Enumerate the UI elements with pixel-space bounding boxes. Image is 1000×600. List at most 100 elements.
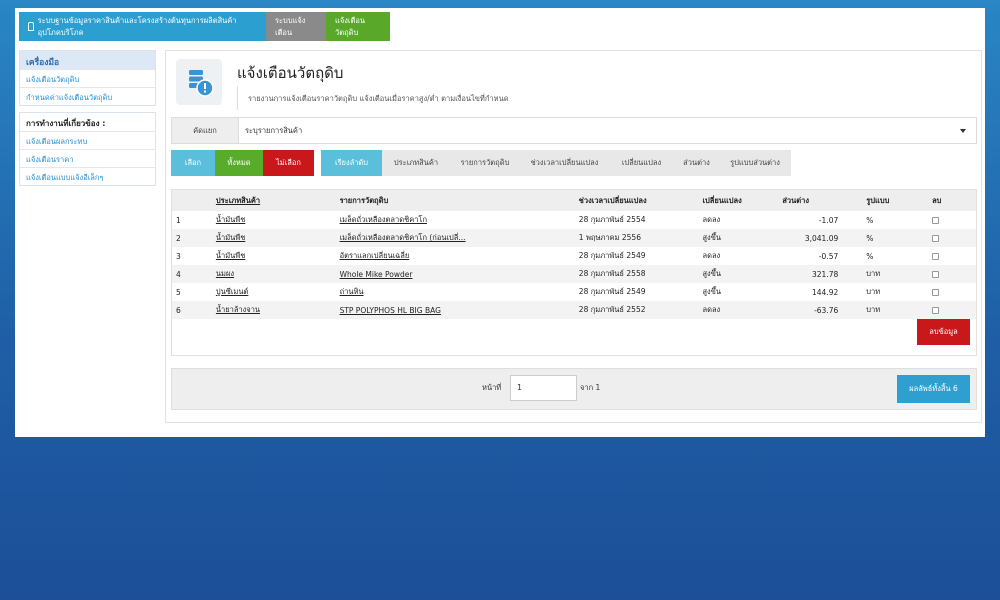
row-period: 28 กุมภาพันธ์ 2549 [578,287,646,296]
row-material-link[interactable]: เมล็ดถั่วเหลืองตลาดชิคาโก [336,211,575,229]
col-format: รูปแบบ [862,190,929,211]
table-row: 5 ปูนซีเมนต์ ถ่านหิน 28 กุมภาพันธ์ 2549 … [172,283,976,301]
sidebar-related-title: การทำงานที่เกี่ยวข้อง : [20,113,155,131]
row-delete-checkbox[interactable] [932,307,940,314]
sidebar: เครื่องมือ แจ้งเตือนวัตถุดิบ กำหนดค่าแจ้… [19,50,156,192]
alert-table-box: ประเภทสินค้า รายการวัตถุดิบ ช่วงเวลาเปลี… [171,189,977,356]
tab-material-alert-label: แจ้งเตือนวัตถุดิบ [335,15,365,37]
col-change: เปลี่ยนแปลง [698,190,779,211]
alert-table: ประเภทสินค้า รายการวัตถุดิบ ช่วงเวลาเปลี… [172,190,976,319]
row-delete-checkbox[interactable] [932,271,940,278]
row-format: % [866,251,874,261]
row-delete-checkbox[interactable] [932,217,940,224]
sidebar-tools-box: เครื่องมือ แจ้งเตือนวัตถุดิบ กำหนดค่าแจ้… [19,50,156,106]
sidebar-related-box: การทำงานที่เกี่ยวข้อง : แจ้งเตือนผลกระทบ… [19,112,156,186]
row-format: บาท [866,287,881,296]
row-no: 5 [176,287,181,297]
row-material-link[interactable]: ถ่านหิน [336,283,575,301]
bottle-icon [28,22,34,31]
table-header-row: ประเภทสินค้า รายการวัตถุดิบ ช่วงเวลาเปลี… [172,190,976,211]
select-none-button[interactable]: ไม่เลือก [263,150,314,176]
row-material-link[interactable]: Whole Mike Powder [335,265,575,283]
sort-by-diff-format-button[interactable]: รูปแบบส่วนต่าง [719,150,791,176]
main-panel: แจ้งเตือนวัตถุดิบ รายงานการแจ้งเตือนราคา… [165,50,982,423]
alert-database-icon [176,59,222,105]
page-label: หน้าที่ [482,383,502,392]
sort-by-category-button[interactable]: ประเภทสินค้า [382,150,450,176]
row-change: ลดลง [698,301,779,319]
sidebar-tools-title: เครื่องมือ [20,51,155,69]
row-material-link[interactable]: STP POLYPHOS HL BIG BAG [335,301,575,319]
row-period: 28 กุมภาพันธ์ 2558 [574,265,699,283]
pagination-bar: หน้าที่ 1 จาก 1 ผลลัพธ์ทั้งสิ้น 6 [171,368,977,410]
row-change: สูงขึ้น [698,265,779,283]
sort-by-period-button[interactable]: ช่วงเวลาเปลี่ยนแปลง [520,150,609,176]
row-material-link[interactable]: เมล็ดถั่วเหลืองตลาดชิคาโก (ก่อนเปลี่... [335,229,575,247]
tab-alert-system[interactable]: ระบบแจ้งเตือน [266,12,326,41]
col-delete: ลบ [928,190,976,211]
row-format: บาท [862,301,929,319]
filter-row: คัดแยก ระบุรายการสินค้า [171,117,977,144]
sidebar-item-impact-alert[interactable]: แจ้งเตือนผลกระทบ [20,131,155,149]
caret-down-icon [960,129,966,133]
result-count-badge: ผลลัพธ์ทั้งสิ้น 6 [897,375,970,403]
row-change: สูงขึ้น [702,287,721,296]
row-category-link[interactable]: น้ำมันพืช [211,229,336,247]
row-category-link[interactable]: ปูนซีเมนต์ [212,283,336,301]
sort-label: เรียงลำดับ [321,150,382,176]
row-diff: 321.78 [778,265,863,283]
row-period: 1 พฤษภาคม 2556 [574,229,699,247]
sidebar-item-alert-settings[interactable]: กำหนดค่าแจ้งเตือนวัตถุดิบ [20,87,155,105]
row-no: 4 [172,265,212,283]
row-delete-checkbox[interactable] [932,235,940,242]
row-diff: -63.76 [778,301,863,319]
select-all-button[interactable]: ทั้งหมด [215,150,263,176]
product-select-value: ระบุรายการสินค้า [245,125,303,135]
sidebar-item-small-alert[interactable]: แจ้งเตือนแบบแจ้งอีเล็กๆ [20,167,155,185]
app-window: ระบบฐานข้อมูลราคาสินค้าและโครงสร้างต้นทุ… [15,8,985,437]
row-period: 28 กุมภาพันธ์ 2549 [578,251,646,260]
product-select[interactable]: ระบุรายการสินค้า [239,118,976,143]
row-diff: 3,041.09 [778,229,863,247]
col-material: รายการวัตถุดิบ [335,190,575,211]
col-period: ช่วงเวลาเปลี่ยนแปลง [574,190,699,211]
row-diff: -1.07 [818,215,839,225]
table-row: 1 น้ำมันพืช เมล็ดถั่วเหลืองตลาดชิคาโก 28… [172,211,976,229]
col-diff: ส่วนต่าง [778,190,863,211]
row-delete-checkbox[interactable] [932,289,940,296]
sort-by-change-button[interactable]: เปลี่ยนแปลง [609,150,674,176]
page-number-input[interactable]: 1 [510,375,577,401]
col-no [172,190,212,211]
row-change: สูงขึ้น [698,229,779,247]
filter-label: คัดแยก [172,118,239,143]
sidebar-item-price-alert[interactable]: แจ้งเตือนราคา [20,149,155,167]
delete-data-button[interactable]: ลบข้อมูล [917,319,970,345]
page-title: แจ้งเตือนวัตถุดิบ [237,64,344,82]
row-material-link[interactable]: อัตราแลกเปลี่ยนเฉลี่ย [336,247,575,265]
row-delete-checkbox[interactable] [932,253,940,260]
col-category[interactable]: ประเภทสินค้า [211,190,336,211]
row-no: 2 [172,229,212,247]
sort-by-material-button[interactable]: รายการวัตถุดิบ [450,150,520,176]
toolbar: เลือก ทั้งหมด ไม่เลือก เรียงลำดับ ประเภท… [171,150,791,176]
row-change: ลดลง [702,215,721,224]
row-format: บาท [862,265,929,283]
row-category-link[interactable]: น้ำมันพืช [212,211,336,229]
sidebar-item-material-alert[interactable]: แจ้งเตือนวัตถุดิบ [20,69,155,87]
table-row: 6 น้ำยาล้างจาน STP POLYPHOS HL BIG BAG 2… [172,301,976,319]
tab-main-system-label: ระบบฐานข้อมูลราคาสินค้าและโครงสร้างต้นทุ… [37,15,237,37]
row-period: 28 กุมภาพันธ์ 2552 [574,301,699,319]
tab-alert-system-label: ระบบแจ้งเตือน [275,15,306,37]
row-category-link[interactable]: น้ำมันพืช [212,247,336,265]
sort-by-diff-button[interactable]: ส่วนต่าง [674,150,719,176]
select-label: เลือก [171,150,215,176]
row-diff: 144.92 [812,287,839,297]
row-no: 6 [172,301,212,319]
tab-material-alert[interactable]: แจ้งเตือนวัตถุดิบ [326,12,390,41]
tab-main-system[interactable]: ระบบฐานข้อมูลราคาสินค้าและโครงสร้างต้นทุ… [19,12,266,41]
row-category-link[interactable]: น้ำยาล้างจาน [211,301,336,319]
row-category-link[interactable]: นมผง [211,265,336,283]
row-diff: -0.57 [818,251,839,261]
table-row: 2 น้ำมันพืช เมล็ดถั่วเหลืองตลาดชิคาโก (ก… [172,229,976,247]
row-period: 28 กุมภาพันธ์ 2554 [578,215,646,224]
